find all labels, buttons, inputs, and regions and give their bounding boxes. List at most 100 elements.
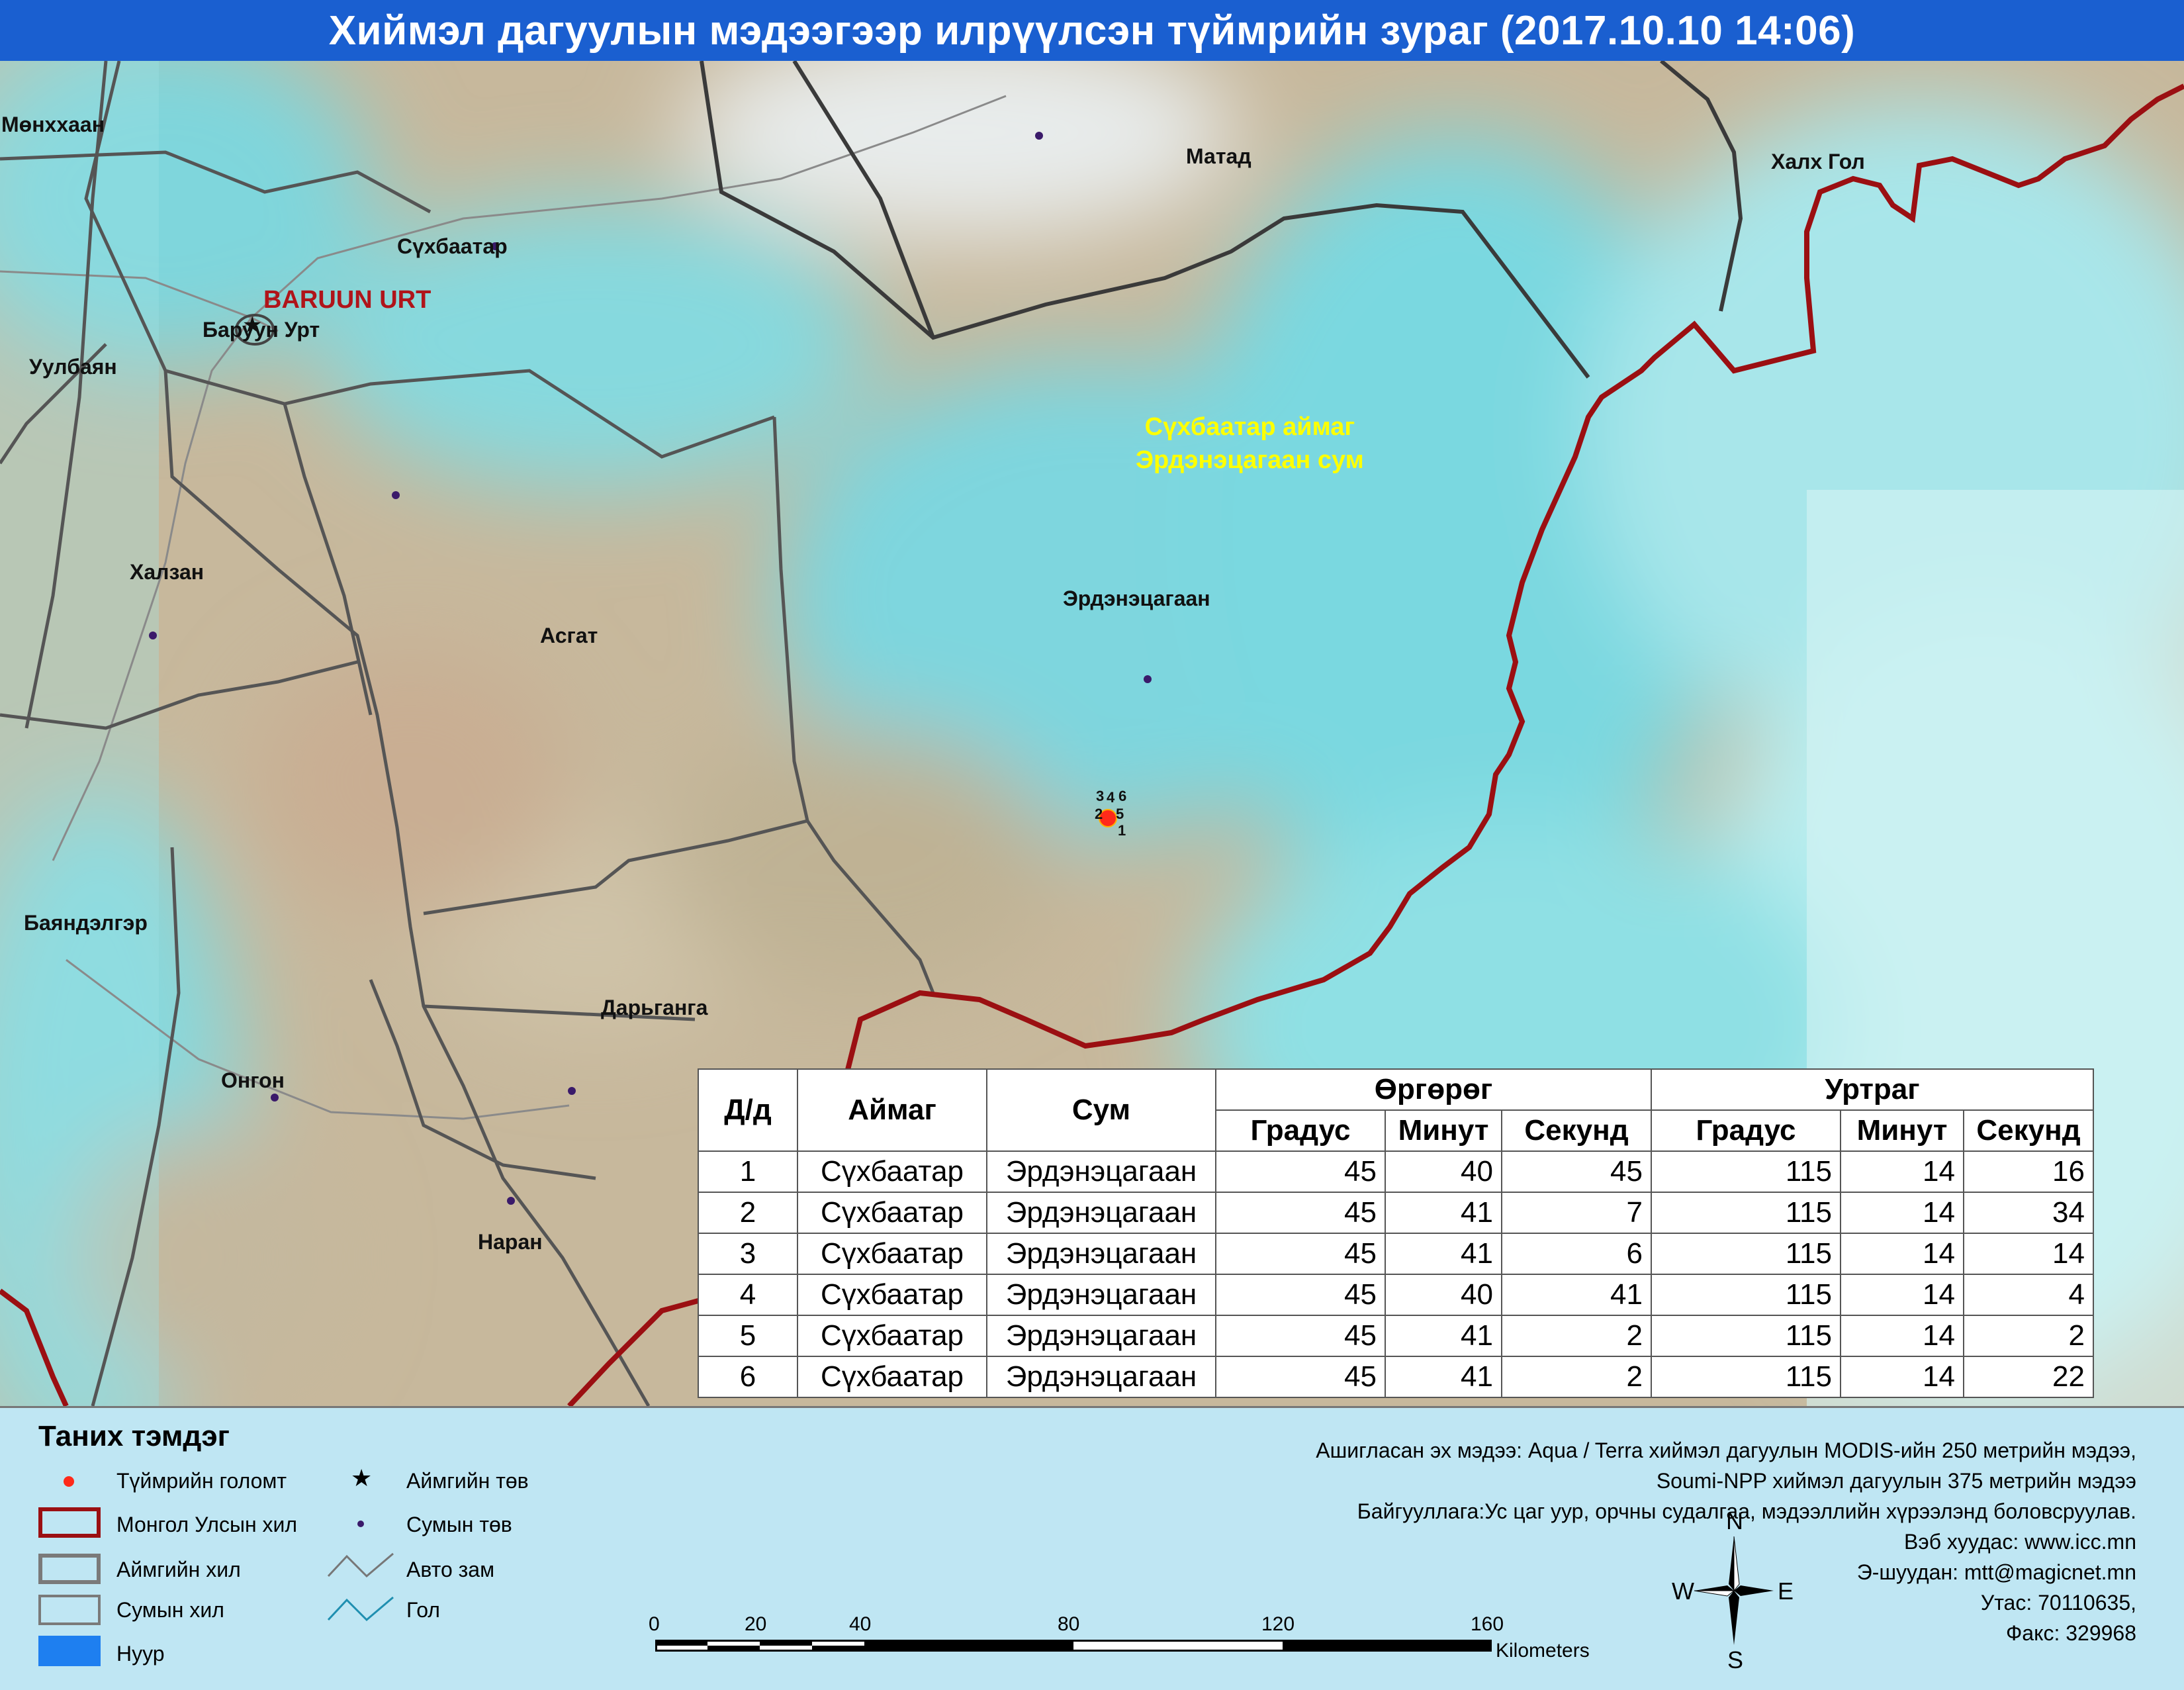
sum-label: Эрдэнэцагаан сум — [1136, 446, 1364, 474]
place-label-dariganga: Дарьганга — [601, 996, 708, 1019]
legend-sum-border-label: Сумын хил — [116, 1598, 224, 1622]
sum-center-marker[interactable] — [1144, 675, 1152, 683]
scale-segment — [1283, 1640, 1492, 1652]
source-line: Факс: 329968 — [2005, 1621, 2136, 1645]
cell-num: 5 — [698, 1315, 798, 1357]
sum-center-marker[interactable] — [392, 491, 400, 499]
cell-lat-deg: 45 — [1215, 1150, 1386, 1193]
sum-center-marker[interactable] — [271, 1094, 279, 1102]
place-label-matad: Матад — [1186, 144, 1251, 168]
cell-lat-sec: 2 — [1501, 1356, 1652, 1398]
compass-w: W — [1672, 1577, 1694, 1605]
source-line: Э-шуудан: mtt@magicnet.mn — [1856, 1560, 2136, 1584]
cell-lat-min: 40 — [1385, 1150, 1502, 1193]
cell-lat-deg: 45 — [1215, 1356, 1386, 1398]
table-row: 6 Сүхбаатар Эрдэнэцагаан 45 41 2 115 14 … — [698, 1356, 2094, 1398]
image-strip-left — [0, 61, 159, 1406]
col-header-aimag: Аймаг — [797, 1068, 987, 1152]
fire-label: 2 — [1095, 806, 1103, 822]
place-label-monkhkhaan: Мөнххаан — [1, 113, 105, 136]
cell-lon-deg: 115 — [1651, 1315, 1841, 1357]
cell-lat-deg: 45 — [1215, 1315, 1386, 1357]
cell-lon-min: 14 — [1840, 1192, 1964, 1234]
aimag-label: Сүхбаатар аймаг — [1144, 413, 1355, 441]
table-header-row: Д/д Аймаг Сум Өргөрөг Уртраг — [698, 1068, 2094, 1152]
cell-lon-sec: 4 — [1963, 1274, 2094, 1316]
place-label-sukhbaatar: Сүхбаатар — [397, 234, 508, 258]
legend-sum-center-label: Сумын төв — [406, 1513, 512, 1536]
cell-lat-min: 41 — [1385, 1233, 1502, 1275]
cell-lon-min: 14 — [1840, 1315, 1964, 1357]
cell-lat-sec: 45 — [1501, 1150, 1652, 1193]
cell-aimag: Сүхбаатар — [797, 1274, 987, 1316]
cell-aimag: Сүхбаатар — [797, 1150, 987, 1193]
aimag-center-star-icon: ★ — [351, 1464, 373, 1491]
cell-lat-deg: 45 — [1215, 1274, 1386, 1316]
cell-lon-min: 14 — [1840, 1150, 1964, 1193]
cell-lat-sec: 7 — [1501, 1192, 1652, 1234]
cell-num: 2 — [698, 1192, 798, 1234]
sum-center-marker[interactable] — [568, 1087, 576, 1095]
legend-aimag-center-label: Аймгийн төв — [406, 1469, 529, 1493]
fire-coordinates-table: Д/д Аймаг Сум Өргөрөг Уртраг Градус Мину… — [698, 1068, 2094, 1398]
fire-label: 3 — [1096, 788, 1105, 804]
table-row: 3 Сүхбаатар Эрдэнэцагаан 45 41 6 115 14 … — [698, 1233, 2094, 1275]
col-header-lat-sec: Секунд — [1501, 1109, 1652, 1152]
cell-lat-deg: 45 — [1215, 1233, 1386, 1275]
place-label-uulbayan: Уулбаян — [29, 355, 117, 379]
compass-s: S — [1727, 1646, 1744, 1673]
cell-lat-min: 41 — [1385, 1315, 1502, 1357]
scale-segment — [655, 1640, 707, 1646]
source-line: Байгууллага:Ус цаг уур, орчны судалгаа, … — [1357, 1499, 2136, 1523]
compass-rose: N S W E — [1672, 1507, 1794, 1673]
place-label-erdenetsagaan: Эрдэнэцагаан — [1063, 587, 1210, 610]
cell-lon-min: 14 — [1840, 1356, 1964, 1398]
cell-num: 6 — [698, 1356, 798, 1398]
sum-center-marker[interactable] — [1035, 132, 1043, 140]
road-icon — [327, 1552, 394, 1578]
cell-lat-sec: 41 — [1501, 1274, 1652, 1316]
fire-label: 4 — [1107, 789, 1115, 806]
table-row: 5 Сүхбаатар Эрдэнэцагаан 45 41 2 115 14 … — [698, 1315, 2094, 1357]
cell-sum: Эрдэнэцагаан — [986, 1274, 1216, 1316]
cell-lon-deg: 115 — [1651, 1356, 1841, 1398]
lake-icon — [38, 1636, 101, 1666]
sum-border-icon — [38, 1595, 101, 1625]
fire-label: 6 — [1118, 788, 1127, 804]
legend-aimag-border-label: Аймгийн хил — [116, 1558, 241, 1581]
cell-aimag: Сүхбаатар — [797, 1315, 987, 1357]
sum-center-marker[interactable] — [149, 632, 157, 639]
legend-river-label: Гол — [406, 1598, 440, 1622]
cell-lon-sec: 14 — [1963, 1233, 2094, 1275]
sum-center-marker[interactable] — [507, 1197, 515, 1205]
source-line: Утас: 70110635, — [1980, 1591, 2136, 1615]
legend-road-label: Авто зам — [406, 1558, 495, 1581]
cell-lat-min: 41 — [1385, 1356, 1502, 1398]
table-row: 2 Сүхбаатар Эрдэнэцагаан 45 41 7 115 14 … — [698, 1192, 2094, 1234]
scale-tick-label: 20 — [745, 1613, 767, 1635]
cell-lon-deg: 115 — [1651, 1274, 1841, 1316]
cell-num: 3 — [698, 1233, 798, 1275]
legend-panel: Таних тэмдэг Түймрийн голомт Монгол Улсы… — [0, 1406, 2184, 1690]
fire-label: 5 — [1116, 806, 1124, 822]
col-header-lat-min: Минут — [1385, 1109, 1502, 1152]
table-row: 1 Сүхбаатар Эрдэнэцагаан 45 40 45 115 14… — [698, 1150, 2094, 1193]
place-label-baruun-urt: Баруун Урт — [203, 318, 320, 342]
aimag-border-icon — [38, 1554, 101, 1584]
map-title-bar: Хиймэл дагуулын мэдээгээр илрүүлсэн түйм… — [0, 0, 2184, 61]
scale-segment — [864, 1640, 1073, 1652]
cell-num: 1 — [698, 1150, 798, 1193]
legend-border-label: Монгол Улсын хил — [116, 1513, 298, 1536]
scale-segment — [812, 1646, 864, 1652]
scale-segment — [707, 1646, 760, 1652]
cell-lon-deg: 115 — [1651, 1233, 1841, 1275]
col-header-lon-deg: Градус — [1651, 1109, 1841, 1152]
cell-sum: Эрдэнэцагаан — [986, 1192, 1216, 1234]
cell-lon-sec: 16 — [1963, 1150, 2094, 1193]
place-label-asgat: Асгат — [540, 624, 598, 647]
col-header-sum: Сум — [986, 1068, 1216, 1152]
table-row: 4 Сүхбаатар Эрдэнэцагаан 45 40 41 115 14… — [698, 1274, 2094, 1316]
scale-segment — [760, 1640, 812, 1646]
cell-lon-deg: 115 — [1651, 1192, 1841, 1234]
scale-tick-label: 40 — [849, 1613, 872, 1635]
